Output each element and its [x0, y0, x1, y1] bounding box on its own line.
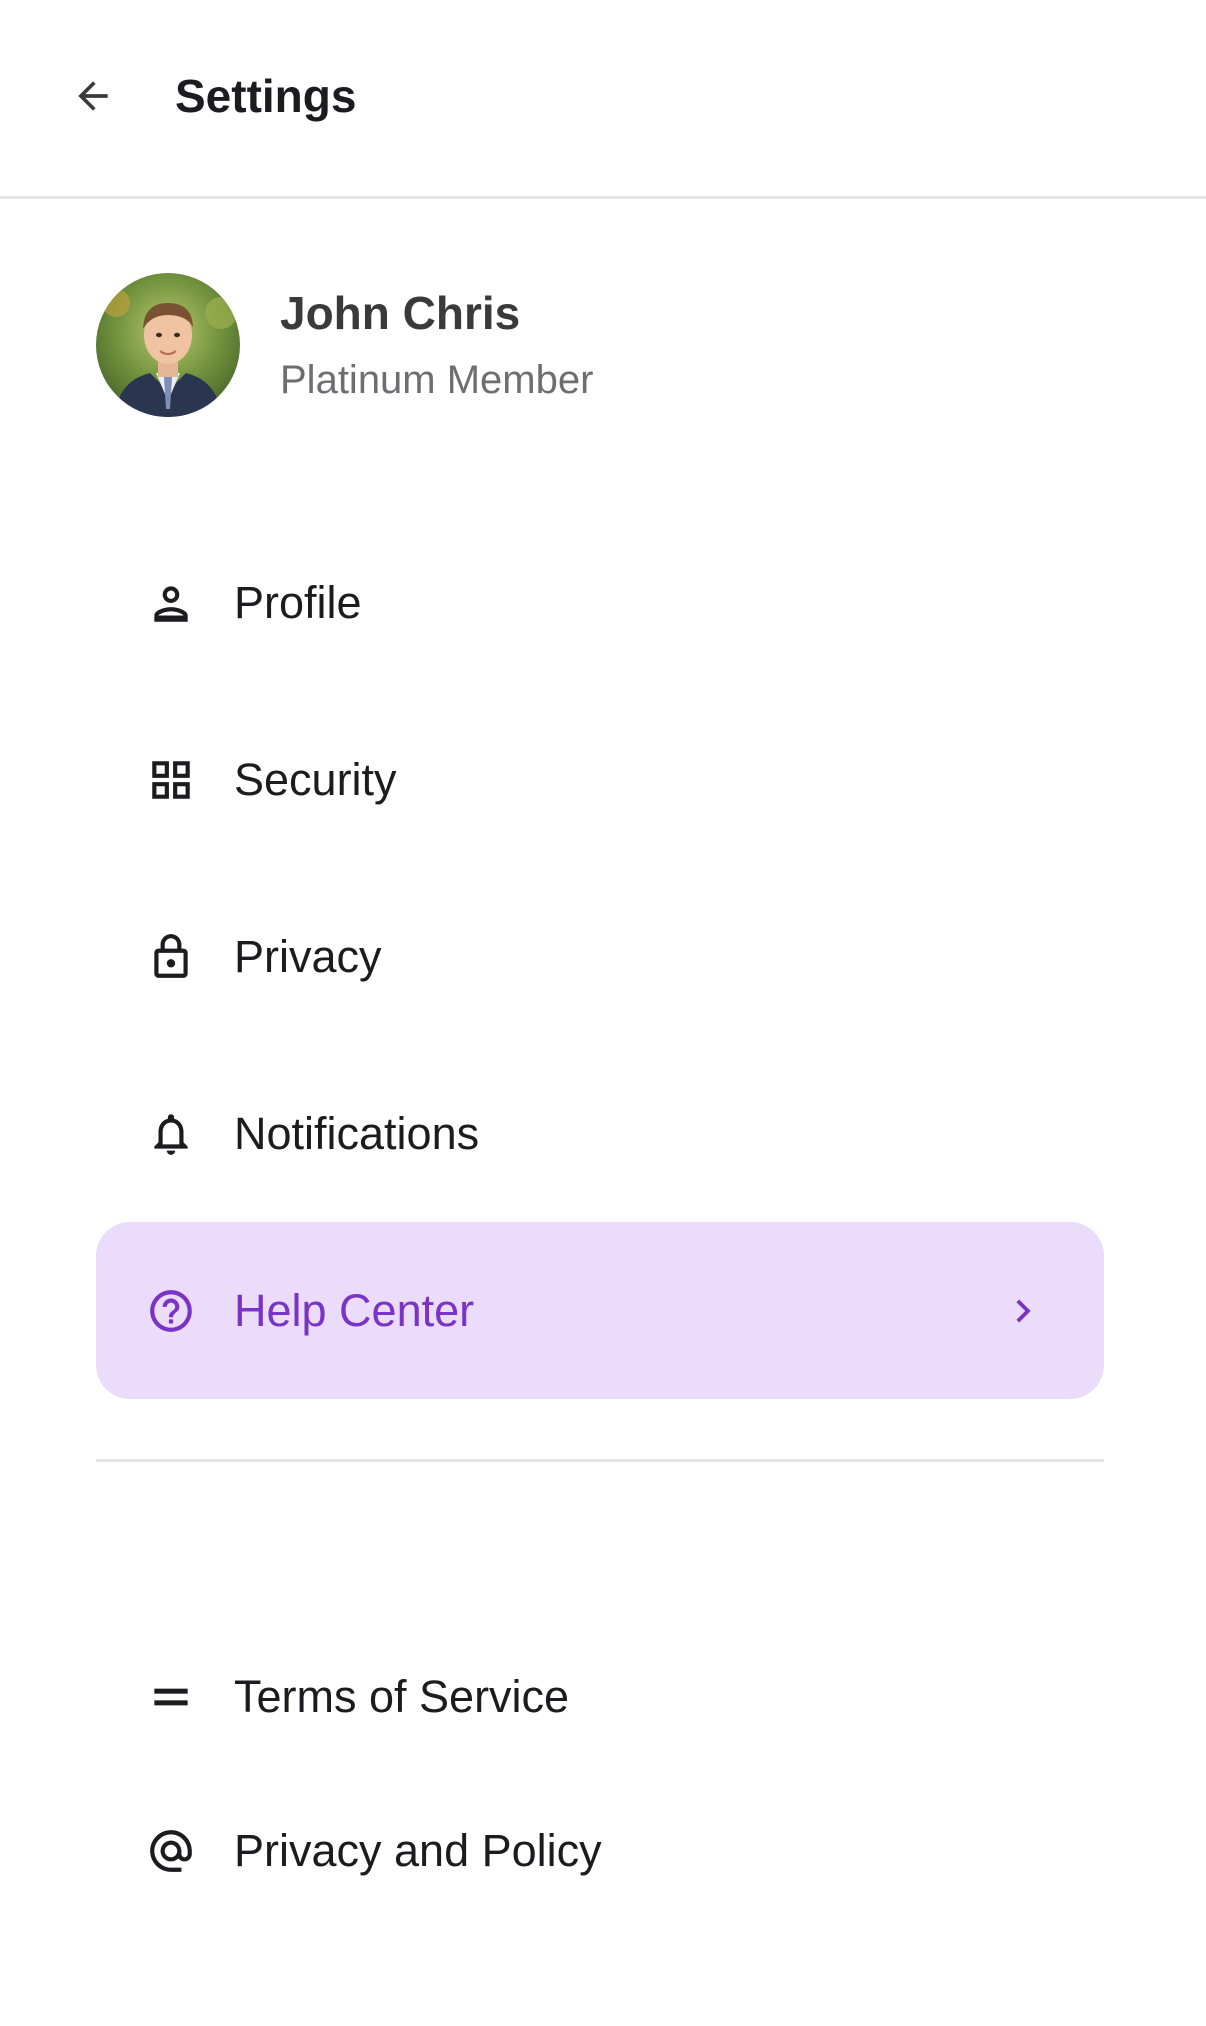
menu-item-label: Help Center: [234, 1284, 475, 1336]
menu-item-label: Privacy and Policy: [234, 1825, 602, 1876]
avatar: [96, 273, 240, 417]
grid-icon: [146, 755, 196, 805]
menu-item-privacy-and-policy[interactable]: Privacy and Policy: [96, 1774, 1104, 1928]
bell-icon: [146, 1109, 196, 1159]
menu-item-profile[interactable]: Profile: [96, 514, 1104, 691]
app-bar: Settings: [0, 0, 1206, 199]
divider: [96, 1459, 1104, 1462]
back-button[interactable]: [63, 66, 123, 126]
menu-item-security[interactable]: Security: [96, 691, 1104, 868]
menu-item-label: Terms of Service: [234, 1671, 570, 1722]
legal-menu: Terms of Service Privacy and Policy: [96, 1620, 1104, 1928]
settings-menu: Profile Security Privacy Notifications H…: [96, 514, 1104, 1399]
menu-item-notifications[interactable]: Notifications: [96, 1045, 1104, 1222]
menu-item-label: Notifications: [234, 1107, 480, 1159]
chevron-right-icon: [998, 1286, 1048, 1336]
person-icon: [146, 578, 196, 628]
equals-icon: [146, 1672, 196, 1722]
menu-item-label: Privacy: [234, 930, 382, 982]
menu-item-label: Profile: [234, 576, 362, 628]
user-name: John Chris: [280, 287, 521, 339]
at-icon: [146, 1826, 196, 1876]
menu-item-label: Security: [234, 753, 397, 805]
help-circle-icon: [146, 1286, 196, 1336]
menu-item-help-center[interactable]: Help Center: [96, 1222, 1104, 1399]
user-profile[interactable]: John Chris Platinum Member: [96, 273, 593, 417]
menu-item-terms-of-service[interactable]: Terms of Service: [96, 1620, 1104, 1774]
page-title: Settings: [175, 70, 357, 122]
membership-tier: Platinum Member: [280, 358, 594, 402]
lock-icon: [146, 932, 196, 982]
menu-item-privacy[interactable]: Privacy: [96, 868, 1104, 1045]
arrow-left-icon: [78, 81, 108, 111]
